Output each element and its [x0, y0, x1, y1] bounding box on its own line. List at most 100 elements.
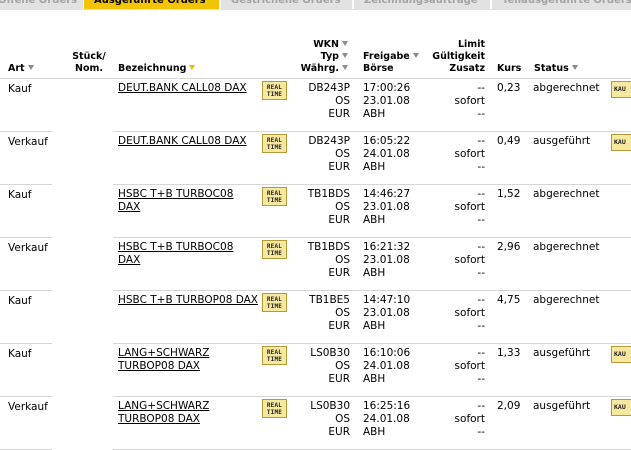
order-zusatz: --	[477, 426, 485, 438]
order-bezeichnung[interactable]: HSBC T+B TURBOP08 DAX	[118, 294, 258, 307]
order-limit-block: -- sofort --	[420, 82, 485, 121]
header-zusatz-label: Zusatz	[449, 63, 485, 74]
realtime-quote-icon[interactable]: REAL TIME	[262, 346, 287, 365]
order-typ: OS	[335, 413, 350, 425]
realtime-quote-icon[interactable]: REAL TIME	[262, 134, 287, 153]
order-freigabe-block: 16:21:32 23.01.08 ABH	[363, 241, 410, 280]
header-stueck: Stück/Nom.	[66, 51, 112, 75]
order-wkn: TB1BDS	[307, 241, 350, 253]
header-gueltigkeit-label: Gültigkeit	[432, 51, 485, 62]
order-bezeichnung[interactable]: LANG+SCHWARZ TURBOP08 DAX	[118, 347, 209, 373]
order-wkn: TB1BE5	[309, 294, 350, 306]
header-nom-label: Nom.	[75, 63, 103, 74]
sort-arrow-icon[interactable]	[342, 41, 348, 46]
tab-offene-orders[interactable]: Offene Orders	[0, 0, 84, 9]
order-freigabe-block: 14:46:27 23.01.08 ABH	[363, 188, 410, 227]
order-freigabe-block: 16:10:06 24.01.08 ABH	[363, 347, 410, 386]
order-bezeichnung-line2[interactable]: TURBOP08 DAX	[118, 413, 209, 426]
realtime-quote-icon[interactable]: REAL TIME	[262, 293, 287, 312]
tab-teilausgefuehrte-orders[interactable]: Teilausgeführte Orders	[492, 0, 631, 9]
realtime-quote-icon[interactable]: REAL TIME	[262, 187, 287, 206]
tab-zeichnungsauftraege[interactable]: Zeichnungsaufträge	[354, 0, 491, 9]
order-limit: --	[477, 135, 485, 147]
order-bezeichnung-line2[interactable]: DAX	[118, 254, 233, 267]
order-bezeichnung-line1[interactable]: HSBC T+B TURBOC08	[118, 188, 233, 201]
order-limit-block: -- sofort --	[420, 135, 485, 174]
order-bezeichnung[interactable]: HSBC T+B TURBOC08 DAX	[118, 188, 233, 214]
header-freigabe-label: Freigabe	[363, 51, 410, 62]
order-waehrung: EUR	[328, 214, 350, 226]
order-bezeichnung-line1[interactable]: DEUT.BANK CALL08 DAX	[118, 82, 247, 95]
order-wkn-block: DB243P OS EUR	[290, 82, 350, 121]
order-art: Kauf	[8, 295, 32, 307]
order-bezeichnung-line2[interactable]: DAX	[118, 201, 233, 214]
sort-arrow-active-icon[interactable]	[189, 65, 196, 70]
order-kurs: 0,49	[497, 135, 521, 147]
order-wkn-block: LS0B30 OS EUR	[290, 400, 350, 439]
order-boerse: ABH	[363, 108, 386, 120]
order-kurs: 2,96	[497, 241, 521, 253]
order-bezeichnung-line2[interactable]: TURBOP08 DAX	[118, 360, 209, 373]
tab-ausgefuehrte-orders[interactable]: Ausgeführte Orders	[84, 0, 220, 9]
realtime-label-top: REAL	[266, 243, 283, 250]
kaufen-button[interactable]: KAU	[611, 81, 631, 98]
order-bezeichnung[interactable]: DEUT.BANK CALL08 DAX	[118, 82, 247, 95]
order-kurs: 0,23	[497, 82, 521, 94]
order-bezeichnung[interactable]: LANG+SCHWARZ TURBOP08 DAX	[118, 400, 209, 426]
order-waehrung: EUR	[328, 267, 350, 279]
order-row: Kauf DEUT.BANK CALL08 DAX REAL TIME DB243P OS…	[0, 79, 631, 132]
order-bezeichnung-line1[interactable]: HSBC T+B TURBOC08	[118, 241, 233, 254]
sort-arrow-icon[interactable]	[342, 65, 348, 70]
order-freigabe-block: 14:47:10 23.01.08 ABH	[363, 294, 410, 333]
tab-gestrichene-orders[interactable]: Gestrichene Orders	[221, 0, 353, 9]
order-limit: --	[477, 241, 485, 253]
order-zeit: 16:25:16	[363, 400, 411, 412]
header-status-label: Status	[534, 63, 569, 74]
order-zusatz: --	[477, 161, 485, 173]
order-freigabe-block: 16:25:16 24.01.08 ABH	[363, 400, 410, 439]
order-wkn-block: LS0B30 OS EUR	[290, 347, 350, 386]
order-status: abgerechnet	[533, 294, 600, 306]
order-bezeichnung[interactable]: HSBC T+B TURBOC08 DAX	[118, 241, 233, 267]
order-bezeichnung-line1[interactable]: LANG+SCHWARZ	[118, 347, 209, 360]
order-zusatz: --	[477, 108, 485, 120]
order-bezeichnung[interactable]: DEUT.BANK CALL08 DAX	[118, 135, 247, 148]
order-typ: OS	[335, 360, 350, 372]
order-bezeichnung-line1[interactable]: LANG+SCHWARZ	[118, 400, 209, 413]
order-boerse: ABH	[363, 161, 386, 173]
header-bezeichnung-label: Bezeichnung	[118, 63, 187, 74]
order-zeit: 16:05:22	[363, 135, 411, 147]
order-limit-block: -- sofort --	[420, 347, 485, 386]
order-limit: --	[477, 82, 485, 94]
realtime-quote-icon[interactable]: REAL TIME	[262, 81, 287, 100]
order-bezeichnung-line1[interactable]: HSBC T+B TURBOP08 DAX	[118, 294, 258, 307]
order-bezeichnung-line1[interactable]: DEUT.BANK CALL08 DAX	[118, 135, 247, 148]
kaufen-button[interactable]: KAU	[611, 134, 631, 151]
sort-arrow-icon[interactable]	[571, 65, 578, 70]
header-kurs: Kurs	[497, 63, 522, 74]
sort-arrow-icon[interactable]	[27, 65, 34, 70]
order-freigabe-block: 17:00:26 23.01.08 ABH	[363, 82, 410, 121]
order-limit-block: -- sofort --	[420, 241, 485, 280]
order-limit: --	[477, 400, 485, 412]
kaufen-button[interactable]: KAU	[611, 346, 631, 363]
realtime-label-bottom: TIME	[266, 250, 283, 257]
header-status[interactable]: Status	[534, 63, 578, 75]
header-freigabe-boerse[interactable]: Freigabe Börse	[363, 51, 419, 75]
kaufen-button[interactable]: KAU	[611, 399, 631, 416]
header-art[interactable]: Art	[8, 63, 34, 75]
order-limit: --	[477, 294, 485, 306]
sort-arrow-icon[interactable]	[412, 53, 419, 58]
realtime-quote-icon[interactable]: REAL TIME	[262, 399, 287, 418]
header-typ-label: Typ	[320, 51, 339, 62]
order-zeit: 14:46:27	[363, 188, 411, 200]
order-status: abgerechnet	[533, 188, 600, 200]
order-art: Kauf	[8, 83, 32, 95]
order-art: Kauf	[8, 348, 32, 360]
order-row: Verkauf HSBC T+B TURBOC08 DAX REAL TIME TB1BD…	[0, 238, 631, 291]
header-wkn-typ-waehrg[interactable]: WKN Typ Währg.	[290, 39, 348, 75]
header-bezeichnung[interactable]: Bezeichnung	[118, 63, 196, 75]
sort-arrow-icon[interactable]	[342, 53, 348, 58]
order-limit-block: -- sofort --	[420, 400, 485, 439]
realtime-quote-icon[interactable]: REAL TIME	[262, 240, 287, 259]
